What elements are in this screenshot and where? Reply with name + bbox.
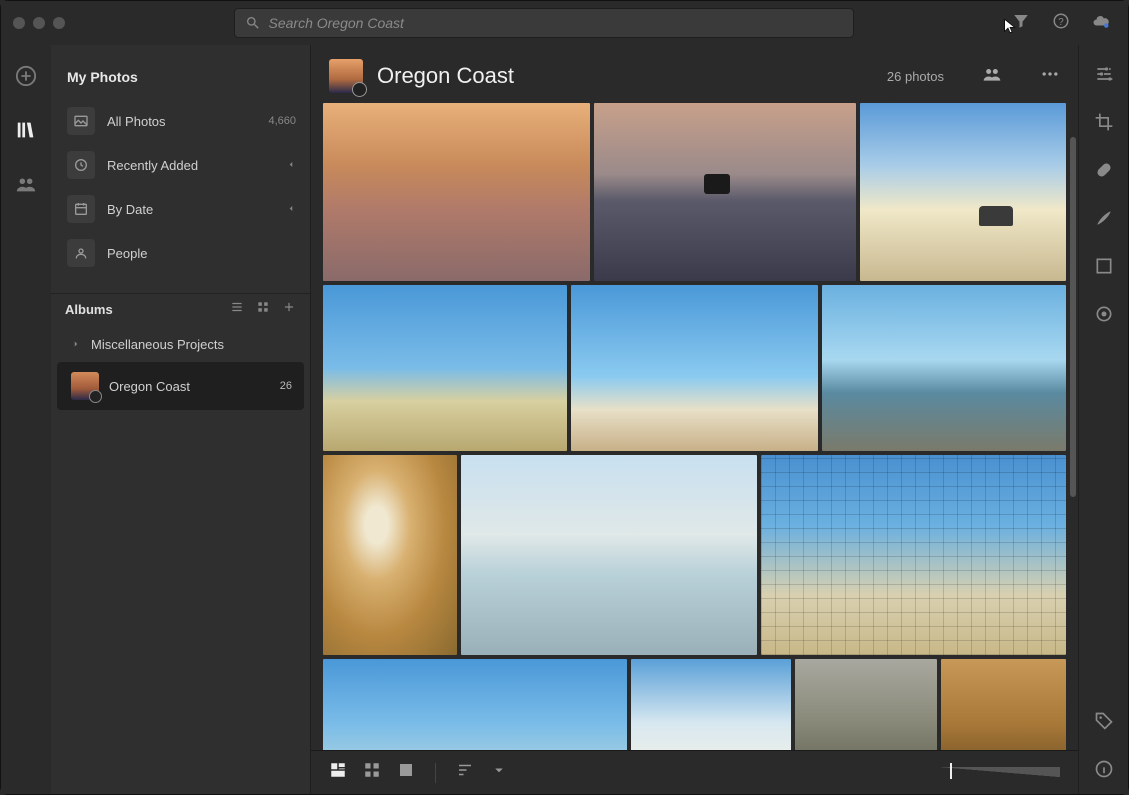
sidebar-section-title: My Photos (51, 45, 310, 99)
photo-thumbnail[interactable] (860, 103, 1066, 281)
photo-count-label: 26 photos (887, 69, 944, 84)
radial-gradient-icon[interactable] (1093, 303, 1115, 325)
photo-thumbnail[interactable] (323, 455, 457, 655)
person-icon (73, 245, 89, 261)
main-content: Oregon Coast 26 photos (311, 45, 1078, 794)
photo-thumbnail[interactable] (323, 103, 590, 281)
window-controls (13, 17, 65, 29)
album-title: Oregon Coast (377, 63, 514, 89)
library-tab[interactable] (13, 117, 39, 143)
album-oregon-coast[interactable]: Oregon Coast 26 (57, 362, 304, 410)
linear-gradient-icon[interactable] (1093, 255, 1115, 277)
app-window: Search Oregon Coast ? My Photos All Phot… (0, 0, 1129, 795)
sidebar: My Photos All Photos 4,660 Recently Adde… (51, 45, 311, 794)
heal-icon[interactable] (1093, 159, 1115, 181)
crop-icon[interactable] (1093, 111, 1115, 133)
view-photo-grid-icon[interactable] (329, 761, 347, 784)
album-label: Oregon Coast (109, 379, 190, 394)
sidebar-item-label: All Photos (107, 114, 166, 129)
cloud-icon[interactable] (1092, 12, 1110, 35)
view-detail-icon[interactable] (397, 761, 415, 784)
calendar-icon (73, 201, 89, 217)
share-icon[interactable] (982, 64, 1002, 89)
grid-view-icon[interactable] (256, 300, 270, 319)
info-icon[interactable] (1093, 758, 1115, 780)
edit-rail (1078, 45, 1128, 794)
scrollbar[interactable] (1070, 137, 1076, 497)
sidebar-item-label: Recently Added (107, 158, 198, 173)
nav-rail (1, 45, 51, 794)
sidebar-item-label: By Date (107, 202, 153, 217)
add-album-icon[interactable] (282, 300, 296, 319)
add-button[interactable] (13, 63, 39, 89)
filter-icon[interactable] (1012, 12, 1030, 35)
album-label: Miscellaneous Projects (91, 337, 224, 352)
photos-icon (73, 113, 89, 129)
search-icon (245, 15, 261, 31)
search-input[interactable]: Search Oregon Coast (234, 8, 854, 38)
titlebar: Search Oregon Coast ? (1, 1, 1128, 45)
album-header-thumbnail (329, 59, 363, 93)
more-icon[interactable] (1040, 64, 1060, 89)
photo-thumbnail[interactable] (571, 285, 819, 451)
sidebar-item-recently-added[interactable]: Recently Added (51, 143, 310, 187)
list-view-icon[interactable] (230, 300, 244, 319)
chevron-right-icon (71, 337, 81, 352)
zoom-slider[interactable] (940, 767, 1060, 779)
sidebar-item-label: People (107, 246, 147, 261)
sidebar-item-count: 4,660 (268, 115, 296, 127)
brush-icon[interactable] (1093, 207, 1115, 229)
minimize-window[interactable] (33, 17, 45, 29)
view-toolbar (311, 750, 1078, 794)
sidebar-item-all-photos[interactable]: All Photos 4,660 (51, 99, 310, 143)
keywords-icon[interactable] (1093, 710, 1115, 732)
chevron-left-icon (286, 158, 296, 173)
album-misc-projects[interactable]: Miscellaneous Projects (57, 327, 304, 362)
photo-thumbnail[interactable] (323, 659, 627, 750)
albums-header: Albums (51, 293, 310, 327)
close-window[interactable] (13, 17, 25, 29)
photo-grid[interactable] (311, 103, 1078, 750)
chevron-left-icon (286, 202, 296, 217)
view-square-grid-icon[interactable] (363, 761, 381, 784)
photo-thumbnail[interactable] (822, 285, 1066, 451)
album-count: 26 (280, 380, 292, 392)
sort-dropdown-icon[interactable] (490, 761, 508, 784)
sharing-tab[interactable] (13, 171, 39, 197)
edit-sliders-icon[interactable] (1093, 63, 1115, 85)
clock-icon (73, 157, 89, 173)
photo-thumbnail[interactable] (461, 455, 758, 655)
photo-thumbnail[interactable] (594, 103, 855, 281)
sort-icon[interactable] (456, 761, 474, 784)
albums-label: Albums (65, 302, 113, 317)
svg-text:?: ? (1058, 16, 1064, 27)
album-header: Oregon Coast 26 photos (311, 45, 1078, 103)
photo-thumbnail[interactable] (631, 659, 792, 750)
photo-thumbnail[interactable] (941, 659, 1066, 750)
maximize-window[interactable] (53, 17, 65, 29)
photo-thumbnail[interactable] (761, 455, 1066, 655)
search-placeholder: Search Oregon Coast (269, 15, 404, 31)
photo-thumbnail[interactable] (323, 285, 567, 451)
album-thumbnail (71, 372, 99, 400)
sidebar-item-by-date[interactable]: By Date (51, 187, 310, 231)
sidebar-item-people[interactable]: People (51, 231, 310, 275)
help-icon[interactable]: ? (1052, 12, 1070, 35)
photo-thumbnail[interactable] (795, 659, 936, 750)
